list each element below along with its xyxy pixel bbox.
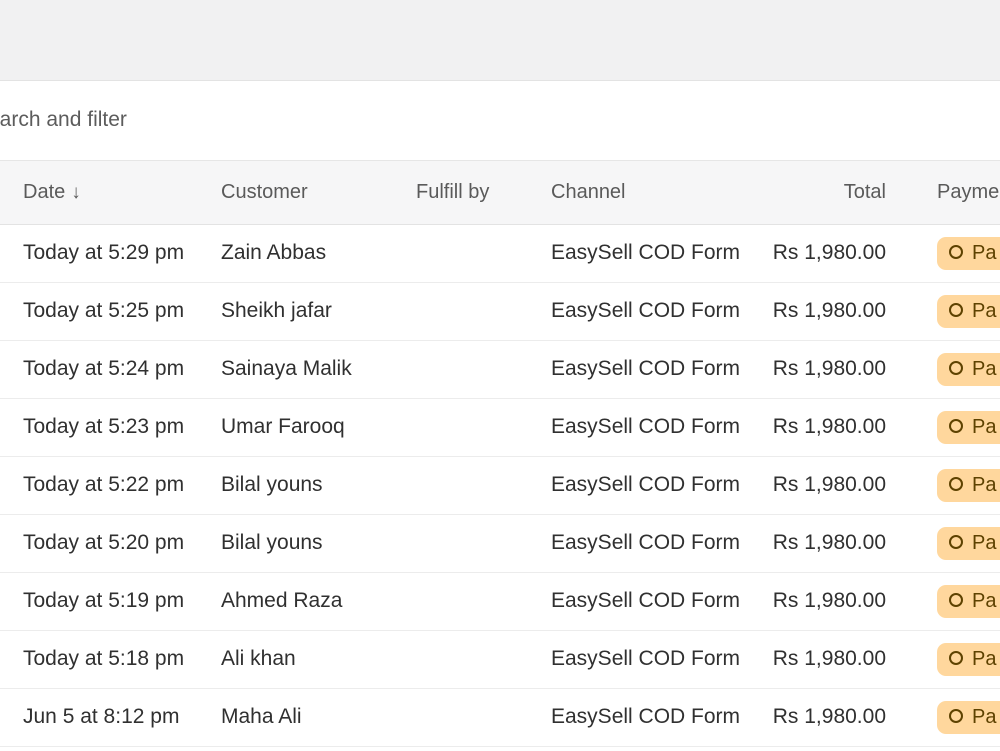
order-channel: EasySell COD Form xyxy=(551,705,741,728)
order-total: Rs 1,980.00 xyxy=(772,647,886,670)
search-filter-placeholder[interactable]: earch and filter xyxy=(0,108,127,132)
order-total: Rs 1,980.00 xyxy=(772,473,886,496)
order-channel: EasySell COD Form xyxy=(551,531,741,554)
order-total: Rs 1,980.00 xyxy=(772,299,886,322)
payment-status-label: Pa xyxy=(972,590,997,612)
payment-status-badge: Pa xyxy=(937,353,1000,386)
payment-status-badge: Pa xyxy=(937,527,1000,560)
payment-status-badge: Pa xyxy=(937,411,1000,444)
payment-status-label: Pa xyxy=(972,706,997,728)
table-row[interactable]: Today at 5:23 pm Umar Farooq EasySell CO… xyxy=(0,399,1000,457)
orders-table-body: Today at 5:29 pm Zain Abbas EasySell COD… xyxy=(0,225,1000,747)
column-header-total[interactable]: Total xyxy=(844,181,886,204)
column-header-customer[interactable]: Customer xyxy=(221,181,308,204)
order-customer: Maha Ali xyxy=(221,705,302,728)
payment-status-badge: Pa xyxy=(937,585,1000,618)
payment-status-label: Pa xyxy=(972,648,997,670)
order-total: Rs 1,980.00 xyxy=(772,415,886,438)
payment-status-badge: Pa xyxy=(937,469,1000,502)
payment-status-label: Pa xyxy=(972,358,997,380)
payment-status-label: Pa xyxy=(972,474,997,496)
table-row[interactable]: Today at 5:20 pm Bilal youns EasySell CO… xyxy=(0,515,1000,573)
pending-ring-icon xyxy=(949,534,963,549)
pending-ring-icon xyxy=(949,418,963,433)
pending-ring-icon xyxy=(949,476,963,491)
orders-card: earch and filter Date ↓ Customer Fulfill … xyxy=(0,80,1000,751)
payment-status-label: Pa xyxy=(972,300,997,322)
column-header-channel[interactable]: Channel xyxy=(551,181,626,204)
order-channel: EasySell COD Form xyxy=(551,357,741,380)
order-channel: EasySell COD Form xyxy=(551,415,741,438)
column-header-date-label: Date xyxy=(23,181,66,203)
pending-ring-icon xyxy=(949,244,963,259)
order-total: Rs 1,980.00 xyxy=(772,531,886,554)
top-bar xyxy=(0,0,1000,80)
column-header-fulfill-by[interactable]: Fulfill by xyxy=(416,181,489,204)
order-channel: EasySell COD Form xyxy=(551,647,741,670)
order-date: Today at 5:22 pm xyxy=(23,473,185,496)
arrow-down-icon: ↓ xyxy=(71,182,81,203)
payment-status-label: Pa xyxy=(972,532,997,554)
order-customer: Zain Abbas xyxy=(221,241,327,264)
order-customer: Ahmed Raza xyxy=(221,589,343,612)
table-row[interactable]: Today at 5:22 pm Bilal youns EasySell CO… xyxy=(0,457,1000,515)
order-date: Today at 5:18 pm xyxy=(23,647,185,670)
order-total: Rs 1,980.00 xyxy=(772,705,886,728)
order-date: Today at 5:19 pm xyxy=(23,589,185,612)
pending-ring-icon xyxy=(949,592,963,607)
order-total: Rs 1,980.00 xyxy=(772,357,886,380)
order-channel: EasySell COD Form xyxy=(551,299,741,322)
table-row[interactable]: Today at 5:29 pm Zain Abbas EasySell COD… xyxy=(0,225,1000,283)
table-row[interactable]: Today at 5:18 pm Ali khan EasySell COD F… xyxy=(0,631,1000,689)
column-header-payment[interactable]: Payme xyxy=(937,181,999,204)
order-date: Today at 5:29 pm xyxy=(23,241,185,264)
payment-status-badge: Pa xyxy=(937,295,1000,328)
pending-ring-icon xyxy=(949,650,963,665)
order-customer: Bilal youns xyxy=(221,531,323,554)
order-customer: Umar Farooq xyxy=(221,415,345,438)
pending-ring-icon xyxy=(949,708,963,723)
search-filter-bar[interactable]: earch and filter xyxy=(0,81,1000,161)
column-header-date[interactable]: Date ↓ xyxy=(23,181,81,204)
order-date: Today at 5:25 pm xyxy=(23,299,185,322)
pending-ring-icon xyxy=(949,360,963,375)
payment-status-badge: Pa xyxy=(937,643,1000,676)
pending-ring-icon xyxy=(949,302,963,317)
order-date: Today at 5:23 pm xyxy=(23,415,185,438)
order-channel: EasySell COD Form xyxy=(551,473,741,496)
table-row[interactable]: Jun 5 at 8:12 pm Maha Ali EasySell COD F… xyxy=(0,689,1000,747)
order-total: Rs 1,980.00 xyxy=(772,589,886,612)
table-row[interactable]: Today at 5:24 pm Sainaya Malik EasySell … xyxy=(0,341,1000,399)
order-date: Jun 5 at 8:12 pm xyxy=(23,705,180,728)
order-customer: Bilal youns xyxy=(221,473,323,496)
table-row[interactable]: Today at 5:25 pm Sheikh jafar EasySell C… xyxy=(0,283,1000,341)
payment-status-label: Pa xyxy=(972,242,997,264)
payment-status-badge: Pa xyxy=(937,701,1000,734)
order-customer: Sainaya Malik xyxy=(221,357,352,380)
order-channel: EasySell COD Form xyxy=(551,241,741,264)
payment-status-label: Pa xyxy=(972,416,997,438)
table-row[interactable]: Today at 5:19 pm Ahmed Raza EasySell COD… xyxy=(0,573,1000,631)
order-total: Rs 1,980.00 xyxy=(772,241,886,264)
order-date: Today at 5:24 pm xyxy=(23,357,185,380)
order-customer: Sheikh jafar xyxy=(221,299,332,322)
payment-status-badge: Pa xyxy=(937,237,1000,270)
order-channel: EasySell COD Form xyxy=(551,589,741,612)
order-customer: Ali khan xyxy=(221,647,296,670)
table-header: Date ↓ Customer Fulfill by Channel Total … xyxy=(0,161,1000,225)
order-date: Today at 5:20 pm xyxy=(23,531,185,554)
